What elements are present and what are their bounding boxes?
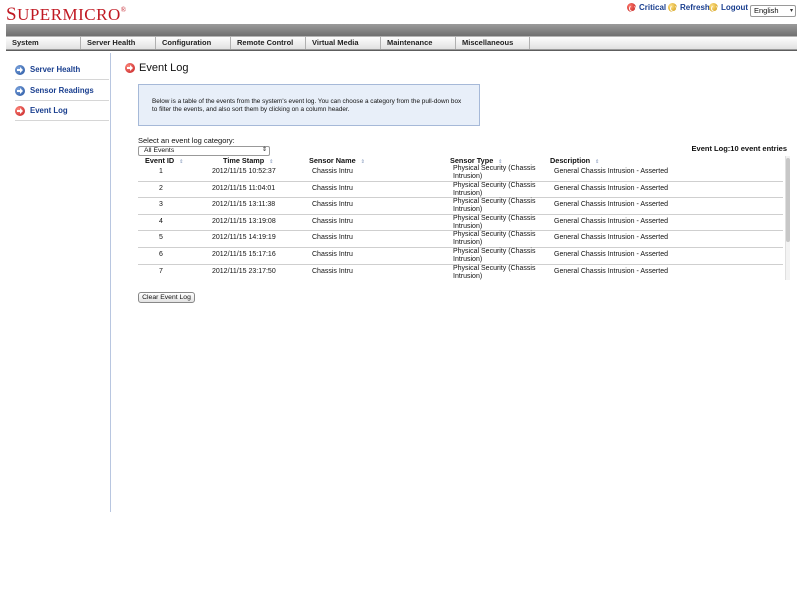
cell-sensor-name: Chassis Intru (312, 168, 353, 175)
critical-label: Critical (639, 2, 667, 12)
cell-sensor-type: Physical Security (Chassis Intrusion) (453, 247, 536, 263)
supermicro-logo: SUPERMICRO® (6, 4, 127, 25)
category-select[interactable]: All Events ⇕ (138, 146, 270, 156)
cell-event-id: 5 (159, 234, 163, 242)
arrow-right-icon (15, 85, 25, 96)
category-selected: All Events (144, 147, 175, 154)
language-arrow-icon: ▾ (789, 8, 793, 14)
cell-time-stamp: 2012/11/15 10:52:37 (212, 168, 276, 175)
table-row[interactable]: 3 2012/11/15 13:11:38 Chassis Intru Phys… (138, 198, 783, 215)
table-row[interactable]: 7 2012/11/15 23:17:50 Chassis Intru Phys… (138, 265, 783, 280)
language-select[interactable]: English ▾ (750, 5, 796, 17)
top-nav: System Server Health Configuration Remot… (6, 36, 797, 50)
cell-event-id: 4 (159, 217, 163, 225)
sidebar-item-label: Server Health (30, 65, 81, 74)
cell-description: General Chassis Intrusion - Asserted (554, 184, 668, 192)
cell-sensor-type: Physical Security (Chassis Intrusion) (453, 198, 536, 214)
column-header-sensor-type[interactable]: Sensor Type ⇕ (450, 156, 502, 165)
info-box: Below is a table of the events from the … (138, 84, 480, 126)
nav-configuration[interactable]: Configuration (156, 37, 231, 49)
arrow-right-icon (15, 105, 25, 116)
cell-description: General Chassis Intrusion - Asserted (554, 217, 668, 225)
cell-sensor-name: Chassis Intru (312, 201, 353, 209)
cell-event-id: 7 (159, 267, 163, 275)
table-row[interactable]: 4 2012/11/15 13:19:08 Chassis Intru Phys… (138, 215, 783, 232)
refresh-link[interactable]: Refresh (668, 0, 710, 14)
sidebar-item-sensor-readings[interactable]: Sensor Readings (15, 81, 109, 101)
cell-sensor-type: Physical Security (Chassis Intrusion) (453, 231, 536, 247)
cell-time-stamp: 2012/11/15 15:17:16 (212, 250, 276, 258)
table-row[interactable]: 5 2012/11/15 14:19:19 Chassis Intru Phys… (138, 231, 783, 248)
table-body: 1 2012/11/15 10:52:37 Chassis Intru Phys… (138, 165, 783, 280)
cell-sensor-name: Chassis Intru (312, 184, 353, 192)
table-row[interactable]: 2 2012/11/15 11:04:01 Chassis Intru Phys… (138, 182, 783, 199)
cell-sensor-name: Chassis Intru (312, 217, 353, 225)
column-header-description[interactable]: Description ⇕ (550, 156, 599, 165)
sidebar-item-label: Sensor Readings (30, 86, 94, 95)
cell-event-id: 3 (159, 201, 163, 209)
cell-time-stamp: 2012/11/15 11:04:01 (212, 184, 276, 192)
chevron-down-icon: ⇕ (261, 147, 267, 153)
cell-sensor-type: Physical Security (Chassis Intrusion) (453, 264, 536, 280)
sidebar-item-event-log[interactable]: Event Log (15, 101, 109, 121)
clear-event-log-button[interactable]: Clear Event Log (138, 292, 195, 303)
cell-time-stamp: 2012/11/15 14:19:19 (212, 234, 276, 242)
cell-event-id: 1 (159, 168, 163, 175)
arrow-right-icon (125, 63, 135, 73)
nav-system[interactable]: System (6, 37, 81, 49)
cell-sensor-name: Chassis Intru (312, 234, 353, 242)
logout-link[interactable]: Logout (709, 0, 748, 14)
column-header-sensor-name[interactable]: Sensor Name ⇕ (309, 156, 365, 165)
top-nav-band: System Server Health Configuration Remot… (6, 24, 797, 51)
nav-miscellaneous[interactable]: Miscellaneous (456, 37, 530, 49)
event-log-table: Event ID ⇕ Time Stamp ⇕ Sensor Name ⇕ Senso… (138, 156, 794, 280)
nav-virtual-media[interactable]: Virtual Media (306, 37, 381, 49)
cell-sensor-name: Chassis Intru (312, 250, 353, 258)
table-header: Event ID ⇕ Time Stamp ⇕ Sensor Name ⇕ Senso… (138, 156, 794, 165)
cell-event-id: 6 (159, 250, 163, 258)
cell-time-stamp: 2012/11/15 13:11:38 (212, 201, 276, 209)
logout-label: Logout (721, 2, 749, 12)
cell-description: General Chassis Intrusion - Asserted (554, 267, 668, 275)
page-title: Event Log (125, 62, 189, 74)
critical-link[interactable]: Critical (627, 0, 666, 14)
cell-sensor-type: Physical Security (Chassis Intrusion) (453, 181, 536, 197)
page-title-text: Event Log (139, 62, 189, 74)
cell-description: General Chassis Intrusion - Asserted (554, 168, 668, 175)
category-label: Select an event log category: (138, 136, 235, 145)
refresh-label: Refresh (680, 2, 710, 12)
refresh-icon (668, 2, 677, 12)
nav-maintenance[interactable]: Maintenance (381, 37, 456, 49)
language-selected: English (754, 6, 779, 15)
cell-time-stamp: 2012/11/15 23:17:50 (212, 267, 276, 275)
cell-description: General Chassis Intrusion - Asserted (554, 250, 668, 258)
cell-sensor-name: Chassis Intru (312, 267, 353, 275)
cell-description: General Chassis Intrusion - Asserted (554, 234, 668, 242)
nav-remote-control[interactable]: Remote Control (231, 37, 306, 49)
column-header-event-id[interactable]: Event ID ⇕ (145, 156, 183, 165)
sidebar: Server Health Sensor Readings Event Log (0, 53, 111, 512)
cell-time-stamp: 2012/11/15 13:19:08 (212, 217, 276, 225)
column-header-time-stamp[interactable]: Time Stamp ⇕ (223, 156, 273, 165)
nav-server-health[interactable]: Server Health (81, 37, 156, 49)
table-row[interactable]: 1 2012/11/15 10:52:37 Chassis Intru Phys… (138, 165, 783, 182)
arrow-right-icon (15, 64, 25, 75)
event-count-label: Event Log:10 event entries (691, 144, 787, 153)
critical-icon (627, 2, 636, 12)
logout-icon (709, 2, 718, 12)
table-scrollbar[interactable] (785, 156, 790, 280)
sidebar-item-server-health[interactable]: Server Health (15, 60, 109, 80)
cell-sensor-type: Physical Security (Chassis Intrusion) (453, 214, 536, 230)
cell-sensor-type: Physical Security (Chassis Intrusion) (453, 165, 536, 180)
sidebar-item-label: Event Log (30, 106, 68, 115)
cell-description: General Chassis Intrusion - Asserted (554, 201, 668, 209)
cell-event-id: 2 (159, 184, 163, 192)
scrollbar-thumb[interactable] (786, 158, 790, 242)
table-row[interactable]: 6 2012/11/15 15:17:16 Chassis Intru Phys… (138, 248, 783, 265)
